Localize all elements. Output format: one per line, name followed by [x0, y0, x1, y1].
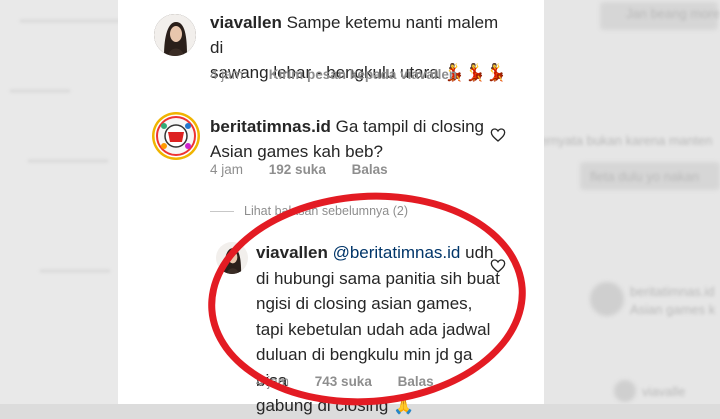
comment-meta: 4 jam 192 suka Balas [210, 162, 410, 177]
logo-avatar-icon [152, 112, 200, 160]
divider-line [210, 211, 234, 213]
avatar-photo-icon [154, 14, 196, 56]
comment-time: 4 jam [210, 67, 244, 82]
comment-meta: 4 jam Kirim pesan kepada viavallen [210, 67, 479, 82]
comment-body: Asian games kah beb? [210, 142, 383, 161]
ghost-line [28, 160, 108, 162]
ghost-avatar [614, 380, 636, 402]
comment-body: Ga tampil di closing [335, 117, 484, 136]
comment-text: beritatimnas.id Ga tampil di closing Asi… [210, 114, 510, 164]
ghost-avatar [590, 282, 624, 316]
comment-time: 4 jam [210, 162, 244, 177]
like-heart-icon[interactable] [490, 127, 506, 143]
ghost-text: ternyata bukan karena manten [536, 133, 713, 148]
ghost-text: Jan beang more [626, 6, 720, 21]
ghost-text: beritatimnas.id [630, 284, 715, 299]
reply-button[interactable]: Balas [352, 162, 388, 177]
comment-username[interactable]: viavallen [210, 13, 282, 32]
comment-item: beritatimnas.id Ga tampil di closing Asi… [118, 100, 544, 200]
ghost-line [40, 270, 110, 272]
avatar[interactable] [154, 14, 196, 56]
comment-item: viavallen Sampe ketemu nanti malem di sa… [118, 0, 544, 100]
comment-username[interactable]: beritatimnas.id [210, 117, 331, 136]
ghost-line [20, 20, 130, 22]
send-message-link[interactable]: Kirim pesan kepada viavallen [269, 67, 457, 82]
ghost-line [10, 90, 70, 92]
avatar[interactable] [152, 112, 200, 160]
ghost-text: viavalle [642, 384, 686, 399]
background-right: Jan beang more ternyata bukan karena man… [530, 0, 720, 404]
ghost-text: Asian games k [630, 302, 716, 317]
like-count[interactable]: 192 suka [269, 162, 326, 177]
ghost-text: fleta dulu yo nakan [590, 169, 700, 184]
